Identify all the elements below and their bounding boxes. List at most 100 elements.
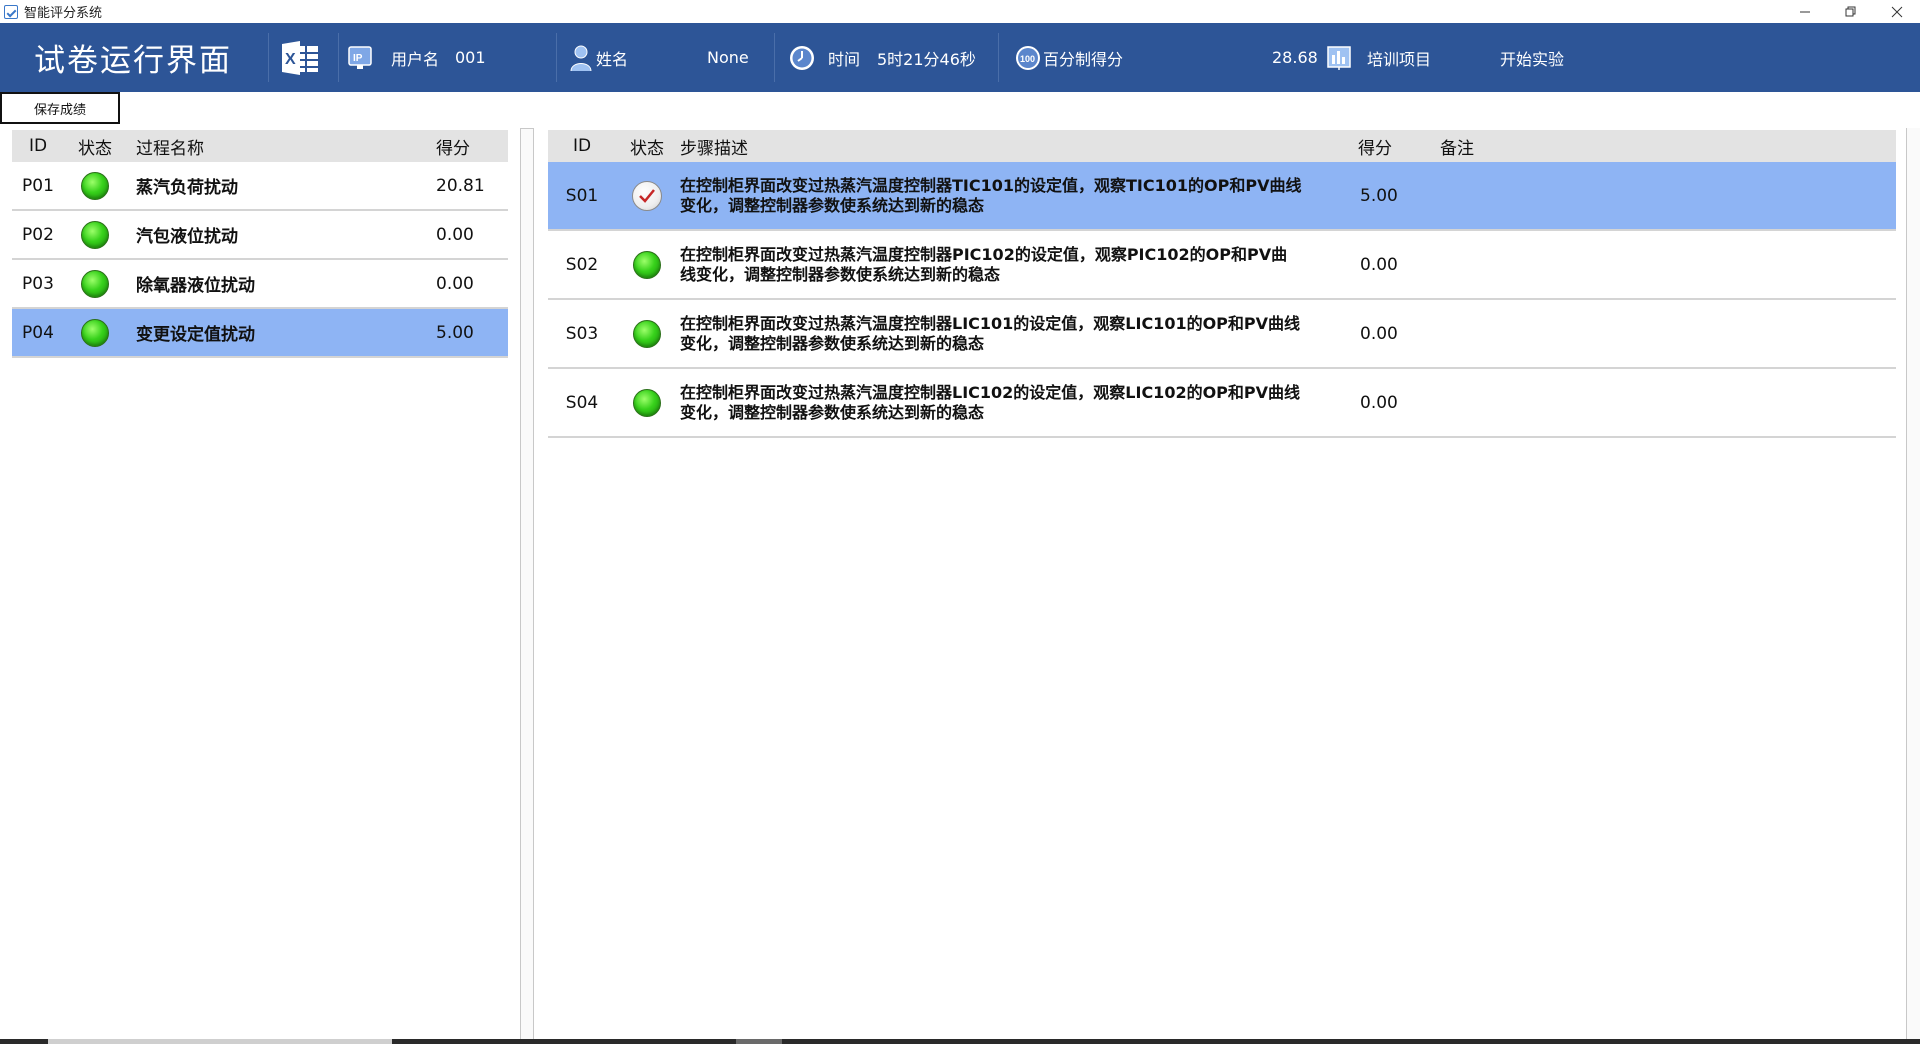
- process-table: ID 状态 过程名称 得分 P01 蒸汽负荷扰动 20.81 P02 汽包液位扰…: [12, 130, 508, 358]
- process-score: 0.00: [436, 273, 474, 294]
- process-name: 蒸汽负荷扰动: [136, 178, 238, 198]
- step-row[interactable]: S04 在控制柜界面改变过热蒸汽温度控制器LIC102的设定值，观察LIC102…: [548, 369, 1896, 438]
- horizontal-scrollbar-thumb[interactable]: [48, 1039, 392, 1044]
- status-check-icon: [632, 180, 662, 211]
- step-desc-line: 在控制柜界面改变过热蒸汽温度控制器LIC102的设定值，观察LIC102的OP和…: [680, 382, 1301, 402]
- restore-button[interactable]: [1828, 0, 1874, 23]
- col-header-name[interactable]: 过程名称: [126, 134, 436, 159]
- app-header: 试卷运行界面 X IP 用户名 001 姓名 None 时间 5时21分46秒 …: [0, 23, 1920, 92]
- col-header-status[interactable]: 状态: [64, 134, 126, 159]
- header-divider: [268, 33, 269, 82]
- close-icon: [1891, 6, 1903, 17]
- name-label: 姓名: [596, 49, 629, 69]
- time-value: 5时21分46秒: [877, 49, 976, 69]
- excel-export-icon: X: [282, 40, 318, 75]
- close-button[interactable]: [1874, 0, 1920, 23]
- col-header-note[interactable]: 备注: [1440, 134, 1840, 159]
- user-icon: [570, 45, 592, 71]
- process-id: P04: [22, 322, 54, 343]
- col-header-id[interactable]: ID: [548, 136, 616, 156]
- process-row-selected[interactable]: P04 变更设定值扰动 5.00: [12, 309, 508, 358]
- header-divider: [556, 33, 557, 82]
- status-green-icon: [633, 319, 661, 348]
- step-desc-line: 在控制柜界面改变过热蒸汽温度控制器LIC101的设定值，观察LIC101的OP和…: [680, 313, 1301, 333]
- process-id: P03: [22, 273, 54, 294]
- header-divider: [774, 33, 775, 82]
- step-desc-line: 变化，调整控制器参数使系统达到新的稳态: [680, 402, 985, 422]
- process-table-header: ID 状态 过程名称 得分: [12, 130, 508, 162]
- col-header-id[interactable]: ID: [12, 136, 64, 156]
- app-check-icon: [4, 4, 18, 19]
- start-experiment-button[interactable]: 开始实验: [1500, 23, 1564, 92]
- step-desc-line: 变化，调整控制器参数使系统达到新的稳态: [680, 195, 985, 215]
- status-green-icon: [81, 318, 109, 347]
- step-score: 0.00: [1360, 392, 1398, 413]
- step-id: S03: [565, 323, 599, 344]
- name-indicator: [570, 23, 592, 92]
- step-desc-line: 在控制柜界面改变过热蒸汽温度控制器PIC102的设定值，观察PIC102的OP和…: [680, 244, 1288, 264]
- step-score: 0.00: [1360, 323, 1398, 344]
- svg-text:X: X: [285, 51, 296, 68]
- window-titlebar: 智能评分系统: [0, 0, 1920, 23]
- step-row-selected[interactable]: S01 在控制柜界面改变过热蒸汽温度控制器TIC101的设定值，观察TIC101…: [548, 162, 1896, 231]
- restore-icon: [1845, 6, 1856, 16]
- status-green-icon: [81, 171, 109, 200]
- process-row[interactable]: P01 蒸汽负荷扰动 20.81: [12, 162, 508, 211]
- process-row[interactable]: P02 汽包液位扰动 0.00: [12, 211, 508, 260]
- step-description: 在控制柜界面改变过热蒸汽温度控制器PIC102的设定值，观察PIC102的OP和…: [678, 245, 1358, 285]
- save-score-button[interactable]: 保存成绩: [0, 92, 120, 124]
- step-row[interactable]: S03 在控制柜界面改变过热蒸汽温度控制器LIC101的设定值，观察LIC101…: [548, 300, 1896, 369]
- score-label: 百分制得分: [1043, 49, 1124, 69]
- status-green-icon: [633, 250, 661, 279]
- right-scrollbar[interactable]: [1906, 128, 1920, 1040]
- svg-text:100: 100: [1020, 54, 1035, 64]
- header-divider: [338, 33, 339, 82]
- process-score: 5.00: [436, 322, 474, 343]
- ip-icon: IP: [348, 45, 372, 69]
- panel-splitter[interactable]: [520, 128, 534, 1040]
- process-row[interactable]: P03 除氧器液位扰动 0.00: [12, 260, 508, 309]
- project-indicator: [1326, 23, 1352, 92]
- window-title: 智能评分系统: [24, 6, 103, 21]
- status-green-icon: [81, 269, 109, 298]
- process-name: 变更设定值扰动: [136, 325, 255, 345]
- page-title: 试卷运行界面: [34, 43, 232, 79]
- process-name: 除氧器液位扰动: [136, 276, 255, 296]
- col-header-status[interactable]: 状态: [616, 134, 678, 159]
- step-table-header: ID 状态 步骤描述 得分 备注: [548, 130, 1896, 162]
- bar-chart-icon: [1327, 45, 1351, 70]
- status-green-icon: [633, 388, 661, 417]
- col-header-score[interactable]: 得分: [436, 134, 508, 159]
- step-id: S04: [565, 392, 599, 413]
- process-name: 汽包液位扰动: [136, 227, 238, 247]
- bottom-strip: [0, 1039, 1920, 1044]
- username-value: 001: [455, 48, 486, 67]
- step-id: S01: [565, 185, 599, 206]
- step-table: ID 状态 步骤描述 得分 备注 S01 在控制柜界面改变过热蒸汽温度控制器TI…: [548, 130, 1896, 438]
- step-row[interactable]: S02 在控制柜界面改变过热蒸汽温度控制器PIC102的设定值，观察PIC102…: [548, 231, 1896, 300]
- process-score: 20.81: [436, 175, 485, 196]
- process-id: P02: [22, 224, 54, 245]
- time-indicator: [788, 23, 816, 92]
- process-id: P01: [22, 175, 54, 196]
- step-description: 在控制柜界面改变过热蒸汽温度控制器LIC101的设定值，观察LIC101的OP和…: [678, 314, 1358, 354]
- window-controls: [1782, 0, 1920, 23]
- horizontal-scrollbar-thumb[interactable]: [736, 1039, 782, 1044]
- step-desc-line: 线变化，调整控制器参数使系统达到新的稳态: [680, 264, 1001, 284]
- excel-export-button[interactable]: X: [280, 23, 322, 92]
- status-green-icon: [81, 220, 109, 249]
- project-label: 培训项目: [1367, 49, 1432, 69]
- step-score: 5.00: [1360, 185, 1398, 206]
- score-indicator: 100: [1014, 23, 1042, 92]
- step-score: 0.00: [1360, 254, 1398, 275]
- step-desc-line: 在控制柜界面改变过热蒸汽温度控制器TIC101的设定值，观察TIC101的OP和…: [680, 175, 1302, 195]
- time-label: 时间: [828, 49, 861, 69]
- step-desc-line: 变化，调整控制器参数使系统达到新的稳态: [680, 333, 985, 353]
- ip-indicator: IP: [346, 23, 374, 92]
- process-score: 0.00: [436, 224, 474, 245]
- score-value: 28.68: [1272, 48, 1318, 67]
- col-header-desc[interactable]: 步骤描述: [678, 134, 1358, 159]
- col-header-score[interactable]: 得分: [1358, 134, 1440, 159]
- minimize-button[interactable]: [1782, 0, 1828, 23]
- clock-icon: [790, 45, 814, 70]
